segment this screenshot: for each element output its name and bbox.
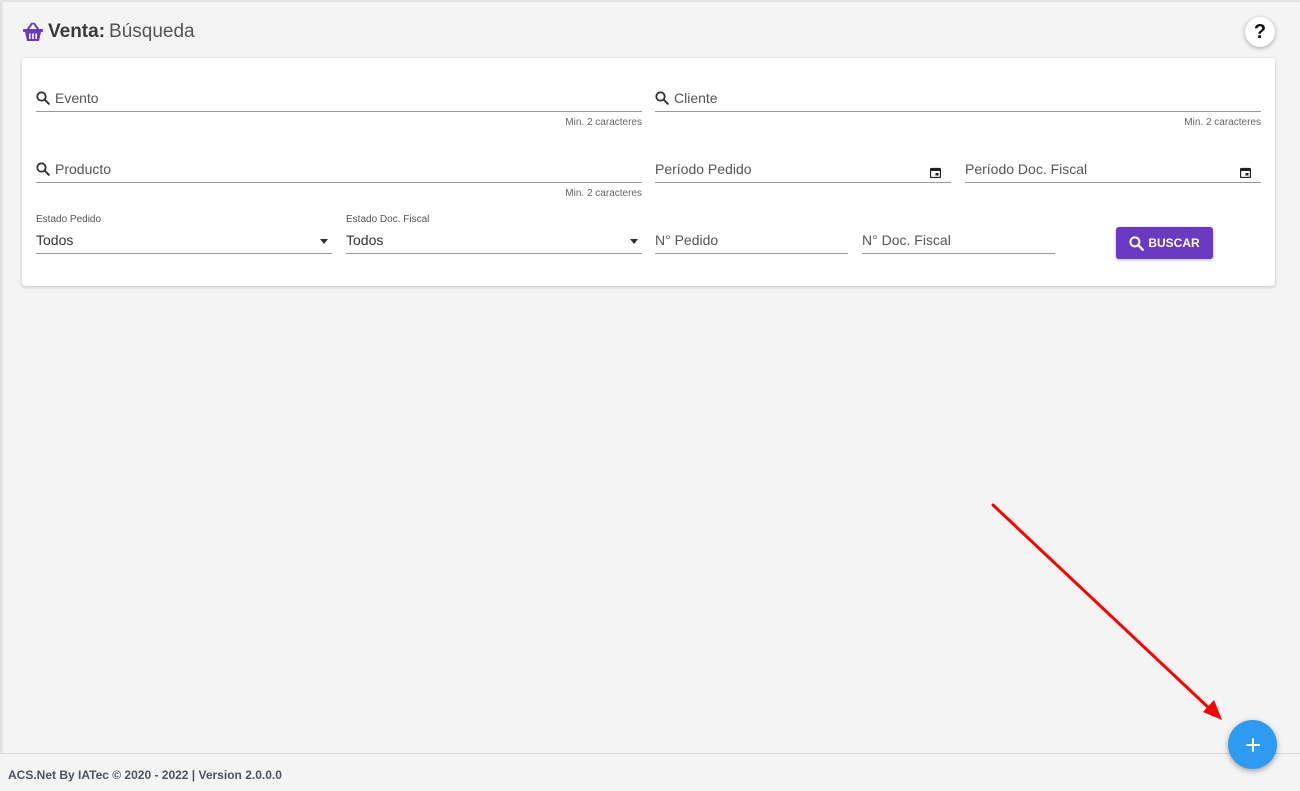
- numero-pedido-input[interactable]: N° Pedido: [655, 222, 848, 254]
- producto-placeholder: Producto: [55, 161, 112, 177]
- periodo-pedido-input[interactable]: Período Pedido: [655, 151, 951, 183]
- search-icon: [36, 91, 50, 105]
- producto-hint: Min. 2 caracteres: [565, 188, 642, 199]
- evento-input[interactable]: Evento: [36, 80, 642, 112]
- periodo-pedido-placeholder: Período Pedido: [655, 161, 752, 177]
- periodo-pedido-underline: [655, 182, 951, 183]
- evento-placeholder: Evento: [55, 90, 99, 106]
- search-icon: [655, 91, 669, 105]
- periodo-doc-fiscal-placeholder: Período Doc. Fiscal: [965, 161, 1088, 177]
- footer: ACS.Net By IATec © 2020 - 2022 | Version…: [0, 753, 1300, 791]
- add-button[interactable]: [1228, 720, 1277, 769]
- estado-pedido-select[interactable]: Todos: [36, 222, 332, 254]
- calendar-icon[interactable]: [929, 165, 942, 179]
- footer-copyright: ACS.Net By IATec © 2020 - 2022 | Version…: [8, 768, 282, 782]
- search-icon: [36, 162, 50, 176]
- page-title: Venta:: [48, 21, 106, 42]
- buscar-button[interactable]: BUSCAR: [1116, 227, 1213, 259]
- cliente-input[interactable]: Cliente: [655, 80, 1261, 112]
- basket-icon: [22, 22, 44, 42]
- chevron-down-icon: [630, 239, 638, 244]
- chevron-down-icon: [320, 239, 328, 244]
- cliente-placeholder: Cliente: [674, 90, 718, 106]
- numero-doc-fiscal-input[interactable]: N° Doc. Fiscal: [862, 222, 1055, 254]
- search-icon: [1129, 235, 1145, 251]
- plus-icon: [1245, 737, 1260, 752]
- page-subtitle: Búsqueda: [109, 21, 195, 42]
- estado-doc-fiscal-select[interactable]: Todos: [346, 222, 642, 254]
- numero-pedido-underline: [655, 253, 848, 254]
- estado-pedido-underline: [36, 253, 332, 254]
- numero-doc-fiscal-placeholder: N° Doc. Fiscal: [862, 232, 951, 248]
- periodo-doc-fiscal-input[interactable]: Período Doc. Fiscal: [965, 151, 1261, 183]
- evento-hint: Min. 2 caracteres: [565, 117, 642, 128]
- search-card: Evento Min. 2 caracteres Cliente Min. 2 …: [22, 58, 1275, 286]
- numero-pedido-placeholder: N° Pedido: [655, 232, 719, 248]
- estado-pedido-value: Todos: [36, 232, 74, 248]
- page-header: Venta: Búsqueda: [22, 19, 195, 45]
- evento-placeholder-wrap: Evento: [36, 90, 99, 106]
- buscar-label: BUSCAR: [1148, 236, 1200, 250]
- producto-underline: [36, 182, 642, 183]
- evento-underline: [36, 111, 642, 112]
- help-button[interactable]: ?: [1245, 17, 1275, 47]
- cliente-placeholder-wrap: Cliente: [655, 90, 718, 106]
- cliente-hint: Min. 2 caracteres: [1184, 117, 1261, 128]
- estado-doc-fiscal-value: Todos: [346, 232, 384, 248]
- producto-input[interactable]: Producto: [36, 151, 642, 183]
- numero-doc-fiscal-underline: [862, 253, 1055, 254]
- page-left-edge: [0, 0, 4, 753]
- cliente-underline: [655, 111, 1261, 112]
- calendar-icon[interactable]: [1239, 165, 1252, 179]
- periodo-doc-fiscal-underline: [965, 182, 1261, 183]
- estado-doc-fiscal-underline: [346, 253, 642, 254]
- producto-placeholder-wrap: Producto: [36, 161, 111, 177]
- page-top-edge: [0, 0, 1300, 2]
